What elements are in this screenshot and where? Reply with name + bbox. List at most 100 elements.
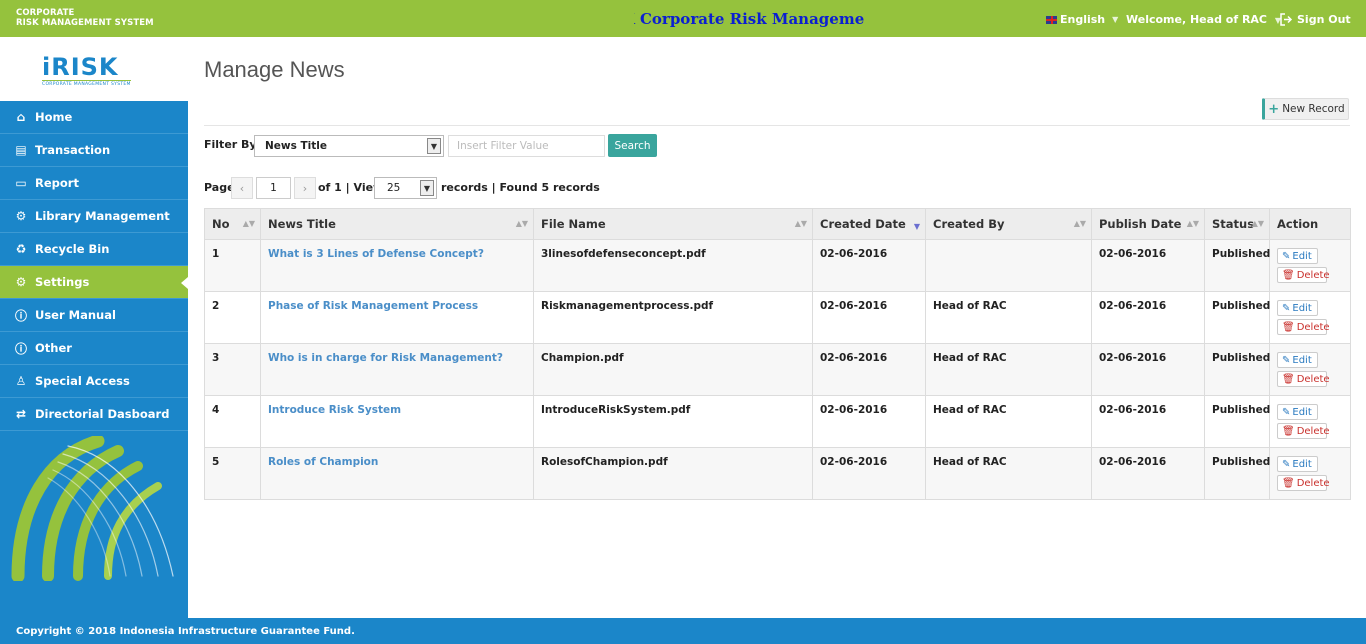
sort-icon: ▲▼ [1186, 219, 1199, 228]
sign-out-button[interactable]: Sign Out [1280, 13, 1351, 26]
chevron-left-icon: ‹ [239, 181, 245, 195]
edit-button[interactable]: ✎ Edit [1277, 404, 1318, 420]
page-size-value: 25 [387, 182, 401, 194]
delete-button[interactable]: 🗑 Delete [1277, 267, 1330, 283]
irisk-logo[interactable]: iRISK CORPORATE MANAGEMENT SYSTEM [42, 55, 131, 87]
brand-line2: RISK MANAGEMENT SYSTEM [16, 18, 154, 28]
copyright-text: Copyright © 2018 Indonesia Infrastructur… [16, 626, 355, 637]
sidebar-item-library-management[interactable]: ⚙ Library Management [0, 200, 188, 233]
col-header-no[interactable]: No ▲▼ [204, 208, 261, 240]
news-table: No ▲▼ News Title ▲▼ File Name ▲▼ Created Da… [204, 208, 1351, 500]
col-header-label: Publish Date [1099, 217, 1182, 231]
news-title-link[interactable]: Phase of Risk Management Process [260, 291, 534, 344]
col-header-label: File Name [541, 217, 606, 231]
info-icon: ⓘ [14, 308, 27, 323]
pencil-icon: ✎ [1282, 406, 1291, 418]
sidebar-item-label: Directorial Dasboard [35, 407, 170, 421]
col-header-status[interactable]: Status ▲▼ [1204, 208, 1270, 240]
cell-publish-date: 02-06-2016 [1091, 395, 1205, 448]
cell-no: 3 [204, 343, 261, 396]
filter-field-select[interactable]: News Title ▼ [254, 135, 444, 157]
table-row: 1 What is 3 Lines of Defense Concept? 3lin… [204, 239, 1351, 292]
page-size-select[interactable]: 25 ▼ [374, 177, 437, 199]
next-page-button[interactable]: › [294, 177, 316, 199]
delete-label: Delete [1296, 425, 1330, 437]
sidebar-item-label: Report [35, 176, 79, 190]
sidebar-item-transaction[interactable]: ▤ Transaction [0, 134, 188, 167]
delete-button[interactable]: 🗑 Delete [1277, 371, 1330, 387]
sidebar-item-label: Special Access [35, 374, 130, 388]
table-row: 4 Introduce Risk System IntroduceRiskSyste… [204, 395, 1351, 448]
cell-action: ✎ Edit 🗑 Delete [1269, 239, 1351, 292]
edit-button[interactable]: ✎ Edit [1277, 248, 1318, 264]
edit-button[interactable]: ✎ Edit [1277, 352, 1318, 368]
dropdown-arrow-icon: ▼ [420, 180, 434, 196]
action-group: ✎ Edit 🗑 Delete [1277, 248, 1350, 283]
news-title-link[interactable]: What is 3 Lines of Defense Concept? [260, 239, 534, 292]
col-header-publish-date[interactable]: Publish Date ▲▼ [1091, 208, 1205, 240]
pencil-icon: ✎ [1282, 458, 1291, 470]
cell-no: 4 [204, 395, 261, 448]
col-header-created-date[interactable]: Created Date ▼ [812, 208, 926, 240]
user-menu[interactable]: Welcome, Head of RAC ▼ [1126, 13, 1281, 26]
table-row: 3 Who is in charge for Risk Management? Ch… [204, 343, 1351, 396]
filter-field-value: News Title [265, 140, 328, 152]
sidebar-item-user-manual[interactable]: ⓘ User Manual [0, 299, 188, 332]
cell-file-name: 3linesofdefenseconcept.pdf [533, 239, 813, 292]
table-header-row: No ▲▼ News Title ▲▼ File Name ▲▼ Created Da… [204, 208, 1351, 240]
action-group: ✎ Edit 🗑 Delete [1277, 352, 1350, 387]
sidebar-item-home[interactable]: ⌂ Home [0, 101, 188, 134]
edit-button[interactable]: ✎ Edit [1277, 456, 1318, 472]
cell-status: Published [1204, 291, 1270, 344]
filter-value-input[interactable]: Insert Filter Value [448, 135, 605, 157]
logo-area: iRISK CORPORATE MANAGEMENT SYSTEM [0, 37, 188, 101]
edit-label: Edit [1292, 250, 1312, 262]
info-icon: ⓘ [14, 341, 27, 356]
edit-label: Edit [1292, 406, 1312, 418]
sidebar-item-report[interactable]: ▭ Report [0, 167, 188, 200]
col-header-news-title[interactable]: News Title ▲▼ [260, 208, 534, 240]
col-header-file-name[interactable]: File Name ▲▼ [533, 208, 813, 240]
sidebar-item-recycle-bin[interactable]: ♻ Recycle Bin [0, 233, 188, 266]
edit-button[interactable]: ✎ Edit [1277, 300, 1318, 316]
sidebar-item-directorial-dashboard[interactable]: ⇄ Directorial Dasboard [0, 398, 188, 431]
sidebar-item-other[interactable]: ⓘ Other [0, 332, 188, 365]
sort-icon: ▲▼ [1251, 219, 1264, 228]
welcome-label: Welcome, Head of RAC [1126, 13, 1268, 26]
sidebar-item-settings[interactable]: ⚙ Settings [0, 266, 188, 299]
col-header-label: Created Date [820, 217, 906, 231]
delete-label: Delete [1296, 269, 1330, 281]
divider [204, 125, 1350, 126]
cell-created-date: 02-06-2016 [812, 291, 926, 344]
marquee-text: nester 2 2017! iRISK Corporate Risk Mana… [634, 10, 865, 28]
table-row: 5 Roles of Champion RolesofChampion.pdf 02-… [204, 447, 1351, 500]
uk-flag-icon [1046, 15, 1057, 24]
cell-publish-date: 02-06-2016 [1091, 291, 1205, 344]
language-selector[interactable]: English ▼ [1046, 13, 1118, 26]
cell-status: Published [1204, 239, 1270, 292]
news-title-link[interactable]: Roles of Champion [260, 447, 534, 500]
records-summary: records | Found 5 records [441, 181, 600, 194]
cell-action: ✎ Edit 🗑 Delete [1269, 447, 1351, 500]
new-record-button[interactable]: + New Record [1262, 98, 1349, 120]
gear-icon: ⚙ [15, 209, 27, 223]
sign-out-icon [1280, 13, 1293, 26]
news-title-link[interactable]: Introduce Risk System [260, 395, 534, 448]
delete-label: Delete [1296, 321, 1330, 333]
col-header-created-by[interactable]: Created By ▲▼ [925, 208, 1092, 240]
delete-button[interactable]: 🗑 Delete [1277, 423, 1330, 439]
sort-icon: ▲▼ [515, 219, 528, 228]
plus-icon: + [1268, 101, 1280, 117]
news-title-link[interactable]: Who is in charge for Risk Management? [260, 343, 534, 396]
sidebar-item-label: Home [35, 110, 73, 124]
cell-created-date: 02-06-2016 [812, 447, 926, 500]
search-button[interactable]: Search [608, 134, 657, 157]
delete-button[interactable]: 🗑 Delete [1277, 475, 1330, 491]
prev-page-button[interactable]: ‹ [231, 177, 253, 199]
page-number-input[interactable]: 1 [256, 177, 291, 199]
col-header-label: News Title [268, 217, 336, 231]
cell-created-date: 02-06-2016 [812, 395, 926, 448]
delete-button[interactable]: 🗑 Delete [1277, 319, 1330, 335]
sidebar-item-special-access[interactable]: ♙ Special Access [0, 365, 188, 398]
col-header-action: Action [1269, 208, 1351, 240]
